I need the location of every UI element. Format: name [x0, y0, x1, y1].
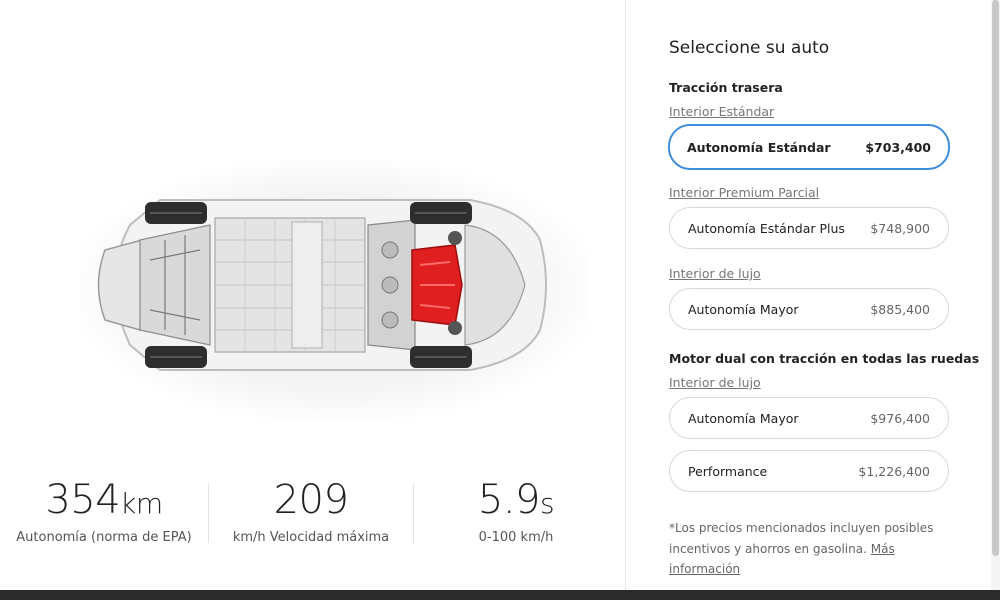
- option-name: Performance: [688, 463, 768, 479]
- option-price: $885,400: [870, 301, 930, 317]
- stat-speed-value: 209: [273, 477, 349, 523]
- interior-link-luxury[interactable]: Interior de lujo: [669, 266, 761, 281]
- stat-range-value: 354: [45, 477, 121, 523]
- option-performance[interactable]: Performance $1,226,400: [669, 450, 949, 492]
- chassis-illustration: [97, 199, 547, 371]
- option-name: Autonomía Mayor: [688, 410, 799, 426]
- stat-accel-unit: s: [540, 487, 555, 520]
- performance-stats: 354km Autonomía (norma de EPA) 209 km/h …: [0, 478, 625, 548]
- stat-top-speed: 209 km/h Velocidad máxima: [209, 478, 413, 545]
- stat-accel-value: 5.9: [477, 477, 541, 523]
- stat-range-label: Autonomía (norma de EPA): [16, 530, 192, 545]
- option-standard-range[interactable]: Autonomía Estándar $703,400: [668, 124, 950, 170]
- stat-accel-label: 0-100 km/h: [478, 530, 554, 545]
- interior-link-luxury-awd[interactable]: Interior de lujo: [669, 375, 761, 390]
- option-name: Autonomía Mayor: [688, 301, 799, 317]
- option-long-range-awd[interactable]: Autonomía Mayor $976,400: [669, 397, 949, 439]
- stat-acceleration: 5.9s 0-100 km/h: [414, 478, 618, 545]
- pricing-note: *Los precios mencionados incluyen posibl…: [669, 518, 969, 580]
- interior-link-partial-premium[interactable]: Interior Premium Parcial: [669, 185, 819, 200]
- option-name: Autonomía Estándar: [687, 139, 831, 155]
- option-price: $703,400: [865, 139, 931, 155]
- option-long-range-rwd[interactable]: Autonomía Mayor $885,400: [669, 288, 949, 330]
- vehicle-overview: 354km Autonomía (norma de EPA) 209 km/h …: [0, 0, 625, 590]
- group-title-rwd: Tracción trasera: [669, 80, 783, 95]
- option-standard-range-plus[interactable]: Autonomía Estándar Plus $748,900: [669, 207, 949, 249]
- stat-range: 354km Autonomía (norma de EPA): [0, 478, 208, 545]
- stat-speed-label: km/h Velocidad máxima: [232, 530, 390, 545]
- option-price: $748,900: [870, 220, 930, 236]
- group-title-awd: Motor dual con tracción en todas las rue…: [669, 351, 980, 366]
- panel-title: Seleccione su auto: [669, 38, 830, 58]
- scrollbar-track[interactable]: [991, 0, 1000, 590]
- scrollbar-thumb[interactable]: [992, 0, 999, 556]
- car-chassis-image: [70, 130, 600, 440]
- model-selector-panel: Seleccione su auto Tracción trasera Inte…: [625, 0, 1000, 590]
- stat-range-unit: km: [120, 487, 163, 520]
- footer-bar: [0, 590, 1000, 600]
- option-name: Autonomía Estándar Plus: [688, 220, 845, 236]
- option-price: $976,400: [870, 410, 930, 426]
- option-price: $1,226,400: [858, 463, 930, 479]
- interior-link-standard[interactable]: Interior Estándar: [669, 104, 774, 119]
